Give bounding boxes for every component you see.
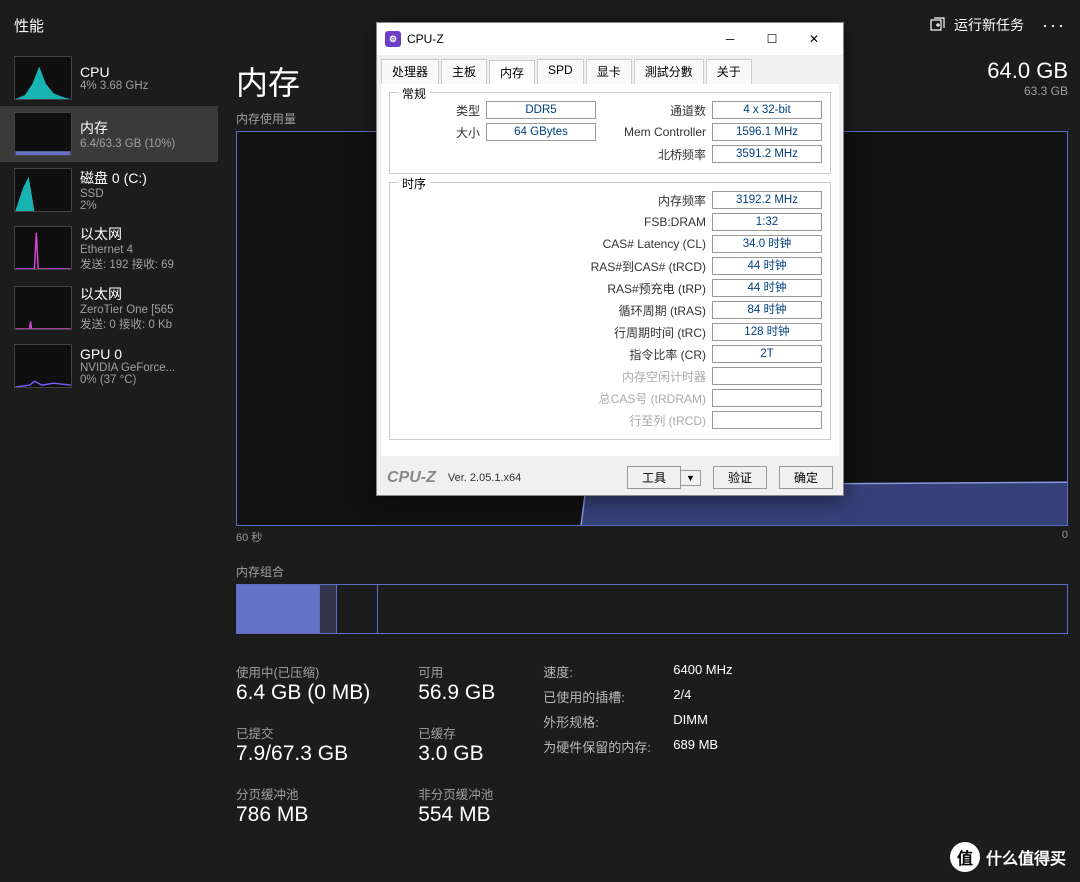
watermark: 值 什么值得买 [950,842,1066,872]
cpuz-tab-6[interactable]: 关于 [706,59,752,84]
total-memory: 64.0 GB [987,58,1068,84]
cpuz-tab-0[interactable]: 处理器 [381,59,439,84]
new-task-icon [930,17,946,33]
stat-form: DIMM [673,712,708,731]
sidebar-item-0[interactable]: CPU 4% 3.68 GHz [0,50,218,106]
more-button[interactable]: ··· [1042,15,1066,36]
stat-slots: 2/4 [673,687,691,706]
cpuz-tab-5[interactable]: 測試分數 [634,59,704,84]
sidebar-item-1[interactable]: 内存 6.4/63.3 GB (10%) [0,106,218,162]
page-title: 性能 [14,15,44,36]
stat-nonpaged: 554 MB [418,803,495,827]
maximize-button[interactable]: ☐ [751,27,793,51]
sidebar-item-3[interactable]: 以太网 Ethernet 4 发送: 192 接收: 69 [0,218,218,278]
stat-commit: 7.9/67.3 GB [236,742,370,766]
composition-label: 内存组合 [236,563,1068,580]
stat-used: 6.4 GB (0 MB) [236,681,370,705]
new-task-button[interactable]: 运行新任务 [930,15,1024,35]
close-button[interactable]: ✕ [793,27,835,51]
stat-available: 56.9 GB [418,681,495,705]
stat-speed: 6400 MHz [673,662,732,681]
axis-left: 60 秒 [236,529,262,545]
cpuz-icon: ⚙ [385,31,401,47]
verify-button[interactable]: 验证 [713,466,767,489]
memory-composition-bar[interactable] [236,584,1068,634]
stat-paged: 786 MB [236,803,370,827]
cpuz-logo: CPU-Z [387,469,436,487]
usable-memory: 63.3 GB [987,84,1068,98]
sidebar-item-4[interactable]: 以太网 ZeroTier One [565 发送: 0 接收: 0 Kb [0,278,218,338]
sidebar: CPU 4% 3.68 GHz 内存 6.4/63.3 GB (10%) 磁盘 … [0,50,218,882]
cpuz-window[interactable]: ⚙ CPU-Z ─ ☐ ✕ 处理器主板内存SPD显卡測試分數关于 常规 类型DD… [376,22,844,496]
stat-reserved: 689 MB [673,737,718,756]
cpuz-tab-3[interactable]: SPD [537,59,584,84]
sidebar-item-5[interactable]: GPU 0 NVIDIA GeForce... 0% (37 °C) [0,338,218,394]
sidebar-item-2[interactable]: 磁盘 0 (C:) SSD 2% [0,162,218,218]
main-title: 内存 [236,58,300,104]
cpuz-titlebar[interactable]: ⚙ CPU-Z ─ ☐ ✕ [377,23,843,55]
cpuz-tab-2[interactable]: 内存 [489,60,535,85]
tools-button[interactable]: 工具▼ [627,466,701,489]
stat-cached: 3.0 GB [418,742,495,766]
minimize-button[interactable]: ─ [709,27,751,51]
cpuz-tab-1[interactable]: 主板 [441,59,487,84]
axis-right: 0 [1062,529,1068,545]
cpuz-tab-4[interactable]: 显卡 [586,59,632,84]
ok-button[interactable]: 确定 [779,466,833,489]
